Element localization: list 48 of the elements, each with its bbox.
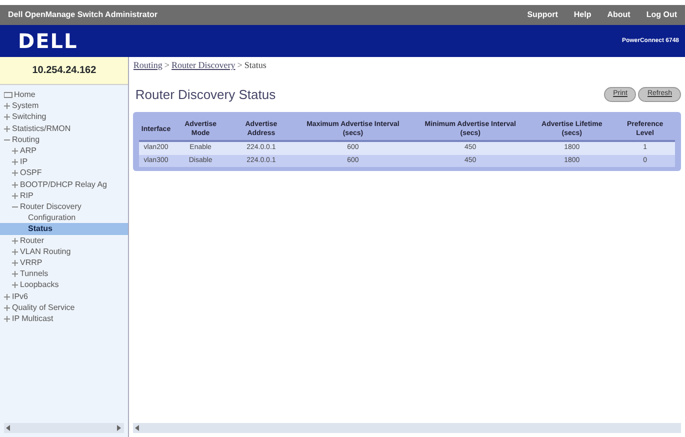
tree-item[interactable]: Home — [0, 89, 128, 100]
expand-icon[interactable] — [12, 268, 20, 280]
separator: > — [164, 60, 170, 70]
tree-item[interactable]: OSPF — [0, 167, 128, 179]
page-title: Router Discovery Status — [135, 86, 276, 104]
tree-item[interactable]: Quality of Service — [0, 302, 128, 314]
expand-icon[interactable] — [12, 145, 20, 156]
expand-icon[interactable] — [12, 156, 20, 168]
logo: DELL — [18, 28, 78, 55]
tree-item[interactable]: IPv6 — [0, 290, 128, 302]
tree-item[interactable]: Statistics/RMON — [0, 122, 128, 134]
breadcrumb-current: Status — [244, 60, 266, 70]
separator: > — [237, 60, 242, 70]
top-link[interactable]: Support — [527, 9, 558, 21]
top-link[interactable]: Log Out — [646, 9, 677, 21]
expand-icon[interactable] — [12, 257, 20, 268]
tree-item[interactable]: Loopbacks — [0, 279, 128, 291]
ip-address: 10.254.24.162 — [0, 57, 128, 85]
scrollbar[interactable] — [4, 423, 124, 433]
expand-icon[interactable] — [12, 167, 20, 179]
tree-item[interactable]: Router Discovery — [0, 201, 128, 212]
right-arrow-icon[interactable] — [117, 425, 122, 431]
tree-item[interactable]: VRRP — [0, 257, 128, 268]
tree-item[interactable]: Status — [0, 223, 128, 235]
tree-item[interactable]: BOOTP/DHCP Relay Ag — [0, 178, 128, 190]
tree-item[interactable]: Routing — [0, 134, 128, 146]
tree-item[interactable]: RIP — [0, 190, 128, 202]
scrollbar[interactable] — [133, 423, 681, 433]
breadcrumb-link[interactable]: Routing — [133, 60, 162, 70]
tree-item[interactable]: Switching — [0, 111, 128, 123]
expand-icon[interactable] — [12, 279, 20, 291]
left-arrow-icon[interactable] — [6, 425, 11, 431]
breadcrumb-link[interactable]: Router Discovery — [172, 60, 236, 70]
tree-item[interactable]: System — [0, 100, 128, 112]
expand-icon[interactable] — [4, 100, 12, 112]
tree-item[interactable]: IP Multicast — [0, 313, 128, 324]
tree-item[interactable]: Configuration — [0, 212, 128, 224]
app-title: Dell OpenManage Switch Administrator — [8, 9, 158, 21]
left-arrow-icon[interactable] — [135, 425, 140, 431]
tree-item[interactable]: ARP — [0, 145, 128, 156]
tree-item[interactable]: Router — [0, 234, 128, 246]
tree-item[interactable]: Tunnels — [0, 268, 128, 280]
expand-icon[interactable] — [4, 111, 12, 123]
top-link[interactable]: About — [607, 9, 630, 21]
tree-item[interactable]: VLAN Routing — [0, 246, 128, 258]
expand-icon[interactable] — [4, 313, 12, 324]
tree-item[interactable]: IP — [0, 156, 128, 168]
top-link[interactable]: Help — [574, 9, 592, 21]
